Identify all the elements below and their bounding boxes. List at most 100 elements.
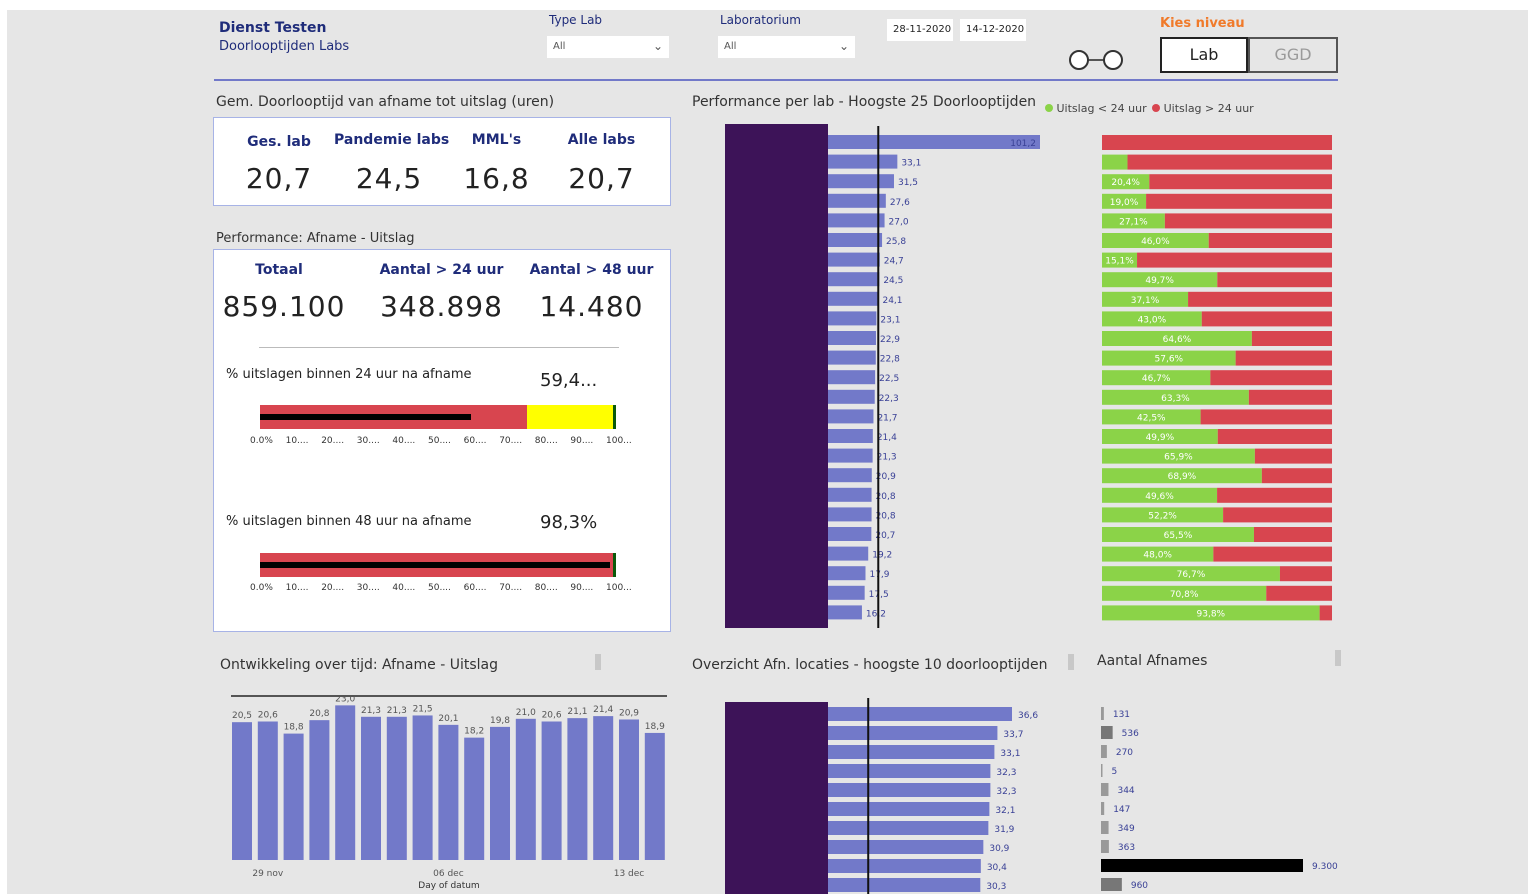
stack-bar-red	[1248, 389, 1332, 405]
lab-bar-label: 17,9	[869, 570, 889, 580]
lab-bar	[828, 566, 866, 581]
stack-bar-red	[1223, 507, 1332, 523]
lab-bar	[828, 213, 885, 228]
lab-bar-label: 16,2	[866, 609, 886, 619]
count-bar	[1101, 878, 1122, 891]
stack-bar-red	[1253, 527, 1332, 542]
time-bar	[515, 718, 536, 860]
stack-bar-label: 48,0%	[1143, 551, 1172, 561]
filter-lab-label: Laboratorium	[720, 13, 801, 27]
count-bar	[1101, 726, 1113, 739]
gauge-tick-label: 90....	[570, 583, 594, 593]
count-bar-label: 5	[1112, 767, 1118, 777]
stack-bar-label: 43,0%	[1138, 315, 1167, 325]
date-slider-handle-start[interactable]	[1069, 50, 1089, 70]
gauge-tick-label: 80....	[534, 436, 558, 446]
perf-label: Totaal	[255, 262, 303, 278]
filter-lab-dropdown[interactable]: All ⌄	[718, 36, 855, 58]
legend-red-marker	[1152, 104, 1161, 112]
lab-bar	[828, 585, 865, 600]
location-bar-label: 31,9	[994, 825, 1014, 835]
count-bar	[1101, 802, 1105, 815]
stack-bar-label: 57,6%	[1155, 355, 1184, 365]
stack-bar-red	[1102, 135, 1332, 150]
location-bar-label: 30,3	[986, 882, 1006, 892]
date-slider-handle-end[interactable]	[1103, 50, 1123, 70]
level-button-lab[interactable]: Lab	[1160, 37, 1248, 73]
legend-item: Uitslag < 24 uur	[1056, 102, 1147, 115]
locations-bar-chart: 36,6 33,7 33,1 32,3 32,3 32,1 31,9 30,9 30,4 30,3	[725, 698, 1038, 894]
panel-scroll-handle[interactable]	[595, 654, 601, 670]
lab-bar-label: 31,5	[898, 178, 918, 188]
time-bar-label: 18,8	[284, 723, 304, 733]
time-bar	[361, 716, 381, 860]
lab-bar	[828, 409, 874, 424]
time-x-axis-title: Day of datum	[418, 881, 479, 891]
kpi-value: 16,8	[463, 162, 530, 195]
kpi-value: 20,7	[568, 162, 635, 195]
date-to-input[interactable]: 14-12-2020	[960, 19, 1026, 41]
gauge48-bullet	[260, 553, 616, 577]
kpi-gem-title: Gem. Doorlooptijd van afname tot uitslag…	[216, 94, 555, 110]
panel-scroll-handle[interactable]	[1068, 654, 1074, 670]
location-bar-label: 32,3	[996, 787, 1016, 797]
time-bar	[257, 721, 278, 860]
panel-scroll-handle[interactable]	[1335, 650, 1341, 666]
perf-label: Aantal > 48 uur	[529, 262, 654, 278]
stack-bar-label: 20,4%	[1111, 178, 1140, 188]
count-bar	[1101, 707, 1104, 720]
stack-bar-label: 49,6%	[1145, 492, 1174, 502]
gauge-target-marker	[613, 553, 616, 577]
stack-bar-red	[1210, 370, 1332, 386]
lab-bar	[828, 389, 875, 404]
stack-bar-red	[1319, 605, 1332, 621]
dashboard-canvas: Dienst Testen Doorlooptijden Labs Type L…	[7, 10, 1528, 894]
stack-bar-red	[1137, 252, 1332, 268]
perf-divider	[259, 347, 619, 348]
legend-item: Uitslag > 24 uur	[1163, 102, 1254, 115]
gauge-value-bar	[260, 414, 472, 420]
perf-lab-bar-chart: 101,2 33,1 31,5 27,6 27,0 25,8 24,7 24,5 24,1 23,…	[725, 124, 1040, 628]
lab-bar	[828, 174, 894, 189]
stack-bar-red	[1146, 193, 1332, 209]
stack-bar-label: 65,9%	[1164, 453, 1193, 463]
stack-bar-label: 15,1%	[1105, 257, 1134, 267]
count-bar-label: 131	[1113, 710, 1130, 720]
location-bar-label: 33,1	[1000, 749, 1020, 759]
gauge-tick-label: 100...	[606, 436, 632, 446]
lab-bar	[828, 429, 873, 443]
stack-bar-label: 93,8%	[1197, 609, 1226, 619]
location-bar	[828, 745, 995, 759]
filter-type-lab-dropdown[interactable]: All ⌄	[547, 36, 669, 58]
location-bar	[828, 840, 984, 854]
gauge-tick-label: 50....	[428, 583, 451, 593]
performance-title: Performance: Afname - Uitslag	[216, 231, 415, 246]
stack-bar-label: 76,7%	[1177, 570, 1206, 580]
lab-name-block	[725, 124, 828, 628]
count-bar	[1101, 859, 1303, 872]
gauge24-axis: 0.0% 10.... 20.... 30.... 40.... 50.... 60....…	[250, 436, 632, 448]
count-bar	[1101, 745, 1107, 758]
gauge24-bullet	[260, 405, 616, 429]
report-subtitle: Doorlooptijden Labs	[219, 39, 350, 54]
count-bar-label: 9.300	[1312, 862, 1338, 872]
chevron-down-icon: ⌄	[838, 39, 849, 53]
lab-bar	[828, 370, 876, 385]
lab-bar	[828, 291, 879, 306]
stack-bar-red	[1164, 213, 1332, 229]
kpi-value: 20,7	[245, 162, 313, 195]
count-bar-label: 363	[1118, 843, 1135, 853]
count-bar-label: 536	[1122, 729, 1139, 739]
level-button-ggd[interactable]: GGD	[1248, 37, 1338, 73]
count-bar-label: 147	[1113, 805, 1130, 815]
stack-bar-label: 27,1%	[1119, 217, 1148, 227]
stack-bar-label: 37,1%	[1131, 296, 1160, 306]
gauge-tick-label: 70....	[499, 436, 523, 446]
stack-bar-red	[1235, 350, 1332, 366]
perf-value: 14.480	[539, 290, 644, 323]
report-title: Dienst Testen	[219, 20, 327, 36]
date-from-input[interactable]: 28-11-2020	[887, 19, 953, 41]
time-bar	[232, 722, 252, 860]
gauge-tick-label: 0.0%	[250, 583, 273, 593]
kpi-label: MML's	[471, 132, 522, 148]
